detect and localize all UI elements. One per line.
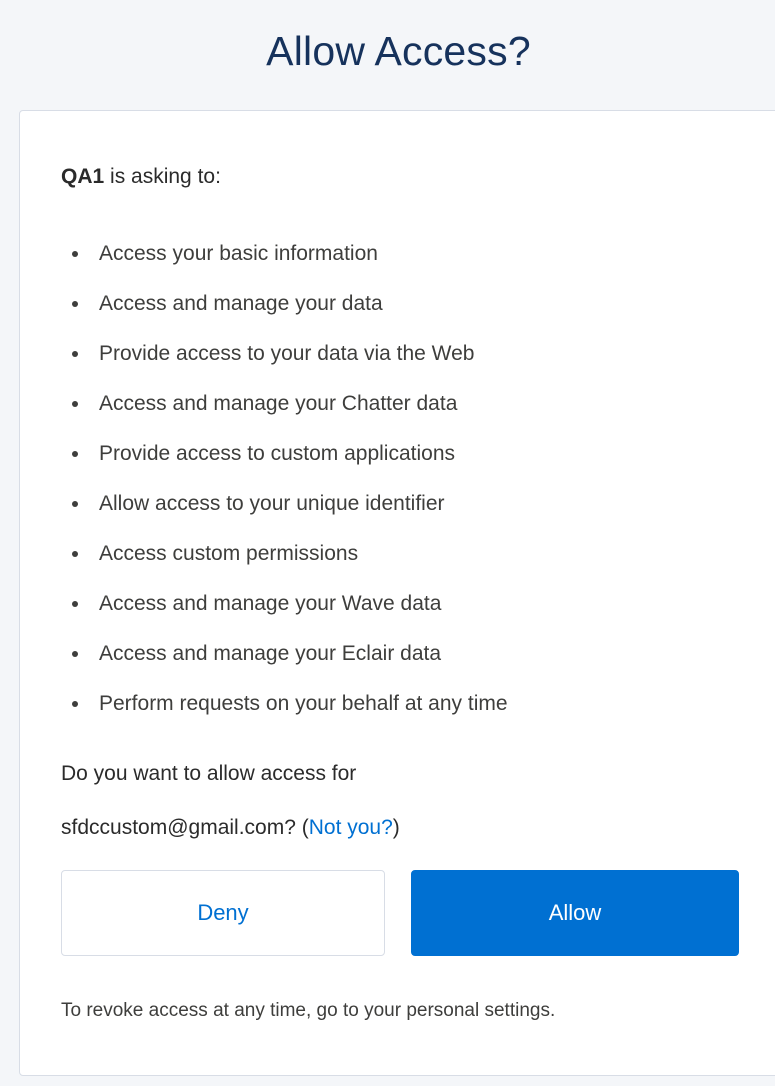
scope-label: Provide access to your data via the Web	[99, 342, 475, 365]
scope-label: Access and manage your data	[99, 292, 383, 315]
intro-label: is asking to:	[110, 165, 221, 188]
bullet-icon	[72, 401, 78, 407]
scope-item: Allow access to your unique identifier	[61, 479, 508, 529]
paren-open: (	[301, 816, 309, 839]
consent-card: QA1 is asking to: Access your basic info…	[19, 110, 775, 1076]
bullet-icon	[72, 501, 78, 507]
bullet-icon	[72, 551, 78, 557]
scope-label: Access your basic information	[99, 242, 378, 265]
scope-item: Provide access to custom applications	[61, 429, 508, 479]
intro-text: QA1 is asking to:	[61, 165, 221, 189]
revoke-note: To revoke access at any time, go to your…	[61, 1000, 556, 1021]
page-title: Allow Access?	[266, 28, 531, 74]
scope-label: Access and manage your Chatter data	[99, 392, 458, 415]
bullet-icon	[72, 351, 78, 357]
question-text: Do you want to allow access for	[61, 762, 357, 785]
deny-button[interactable]: Deny	[61, 870, 385, 956]
scope-label: Access and manage your Wave data	[99, 592, 442, 615]
access-question: Do you want to allow access for sfdccust…	[61, 747, 400, 855]
scope-item: Provide access to your data via the Web	[61, 329, 508, 379]
bullet-icon	[72, 251, 78, 257]
scope-item: Access and manage your Chatter data	[61, 379, 508, 429]
bullet-icon	[72, 701, 78, 707]
scope-item: Perform requests on your behalf at any t…	[61, 679, 508, 729]
scope-label: Allow access to your unique identifier	[99, 492, 445, 515]
bullet-icon	[72, 301, 78, 307]
scope-label: Access custom permissions	[99, 542, 359, 565]
allow-button[interactable]: Allow	[411, 870, 739, 956]
bullet-icon	[72, 601, 78, 607]
app-name: QA1	[61, 165, 105, 188]
not-you-link[interactable]: Not you?	[309, 816, 393, 839]
scope-item: Access and manage your Wave data	[61, 579, 508, 629]
scope-list: Access your basic information Access and…	[61, 229, 508, 729]
scope-label: Provide access to custom applications	[99, 442, 456, 465]
scope-label: Access and manage your Eclair data	[99, 642, 442, 665]
scope-item: Access and manage your data	[61, 279, 508, 329]
scope-item: Access and manage your Eclair data	[61, 629, 508, 679]
scope-item: Access custom permissions	[61, 529, 508, 579]
user-email: sfdccustom@gmail.com?	[61, 816, 296, 839]
bullet-icon	[72, 451, 78, 457]
scope-item: Access your basic information	[61, 229, 508, 279]
question-email-line: sfdccustom@gmail.com? (Not you?)	[61, 801, 400, 855]
paren-close: )	[392, 816, 400, 839]
bullet-icon	[72, 651, 78, 657]
scope-label: Perform requests on your behalf at any t…	[99, 692, 508, 715]
